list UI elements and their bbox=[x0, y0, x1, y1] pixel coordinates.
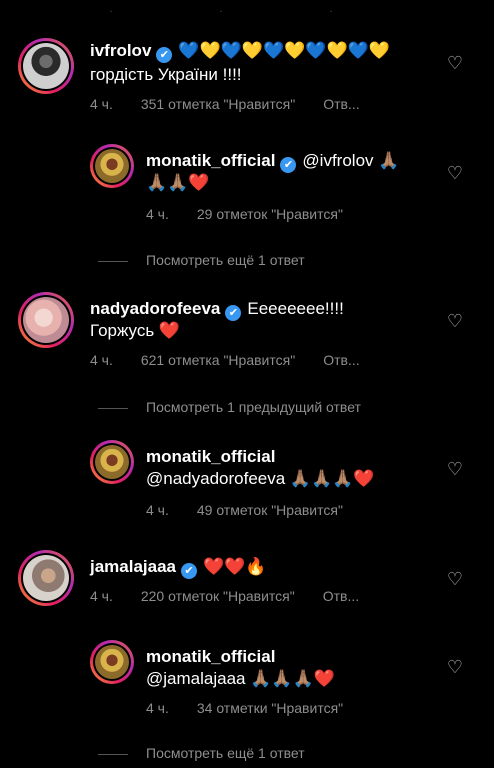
divider bbox=[98, 260, 128, 262]
likes-count[interactable]: 29 отметок "Нравится" bbox=[197, 206, 343, 222]
likes-count[interactable]: 34 отметки "Нравится" bbox=[197, 700, 343, 716]
comment-text: ❤️❤️🔥 bbox=[203, 557, 267, 576]
avatar[interactable] bbox=[18, 550, 74, 606]
view-more-label: Посмотреть ещё 1 ответ bbox=[146, 252, 305, 268]
username[interactable]: ivfrolov bbox=[90, 41, 151, 60]
like-heart-icon[interactable]: ♡ bbox=[444, 568, 466, 590]
avatar[interactable] bbox=[18, 292, 74, 348]
username[interactable]: jamalajaaa bbox=[90, 557, 176, 576]
divider bbox=[98, 753, 128, 755]
comment-header: monatik_official ✔ @ivfrolov 🙏🏽 bbox=[146, 150, 399, 173]
like-heart-icon[interactable]: ♡ bbox=[444, 656, 466, 678]
comment-text: 💙💛💙💛💙💛💙💛💙💛 bbox=[178, 41, 391, 60]
likes-count[interactable]: 351 отметка "Нравится" bbox=[141, 96, 295, 112]
reply-button[interactable]: Отв... bbox=[323, 588, 359, 604]
comment-text-continued: Горжусь ❤️ bbox=[90, 321, 181, 340]
avatar[interactable] bbox=[18, 38, 74, 94]
comment-meta: 4 ч. 220 отметок "Нравится" Отв... bbox=[90, 588, 387, 604]
view-more-label: Посмотреть ещё 1 ответ bbox=[146, 745, 305, 761]
comment-meta: 4 ч. 621 отметка "Нравится" Отв... bbox=[90, 352, 388, 368]
verified-icon: ✔ bbox=[225, 305, 242, 321]
comment-meta: 4 ч. 34 отметки "Нравится" bbox=[146, 700, 371, 716]
like-heart-icon[interactable]: ♡ bbox=[444, 310, 466, 332]
comment-header: monatik_official bbox=[146, 446, 275, 468]
avatar[interactable] bbox=[90, 640, 134, 684]
reply-button[interactable]: Отв... bbox=[323, 96, 359, 112]
username[interactable]: nadyadorofeeva bbox=[90, 299, 220, 318]
timestamp: 4 ч. bbox=[146, 206, 169, 222]
view-more-replies[interactable]: Посмотреть ещё 1 ответ bbox=[98, 252, 305, 268]
comment-text: @jamalajaaa 🙏🏽🙏🏽🙏🏽❤️ bbox=[146, 669, 335, 688]
comment-text: Eeeeeeee!!!! bbox=[247, 299, 344, 318]
comment-header: monatik_official bbox=[146, 646, 275, 668]
verified-icon: ✔ bbox=[181, 563, 198, 579]
divider bbox=[98, 407, 128, 409]
verified-icon: ✔ bbox=[280, 157, 297, 173]
verified-icon: ✔ bbox=[156, 47, 173, 63]
likes-count[interactable]: 220 отметок "Нравится" bbox=[141, 588, 295, 604]
timestamp: 4 ч. bbox=[146, 502, 169, 518]
timestamp: 4 ч. bbox=[90, 352, 113, 368]
view-more-label: Посмотреть 1 предыдущий ответ bbox=[146, 399, 361, 415]
like-heart-icon[interactable]: ♡ bbox=[444, 162, 466, 184]
avatar[interactable] bbox=[90, 440, 134, 484]
timestamp: 4 ч. bbox=[90, 588, 113, 604]
likes-count[interactable]: 621 отметка "Нравится" bbox=[141, 352, 295, 368]
username[interactable]: monatik_official bbox=[146, 447, 275, 466]
comment-text-continued: 🙏🏽🙏🏽❤️ bbox=[146, 173, 210, 192]
view-more-replies[interactable]: Посмотреть 1 предыдущий ответ bbox=[98, 399, 361, 415]
comment-header: jamalajaaa ✔ ❤️❤️🔥 bbox=[90, 556, 267, 579]
comment-meta: 4 ч. 351 отметка "Нравится" Отв... bbox=[90, 96, 388, 112]
comment-text: @ivfrolov 🙏🏽 bbox=[302, 151, 400, 170]
likes-count[interactable]: 49 отметок "Нравится" bbox=[197, 502, 343, 518]
view-more-replies[interactable]: Посмотреть ещё 1 ответ bbox=[98, 745, 305, 761]
comment-meta: 4 ч. 29 отметок "Нравится" bbox=[146, 206, 371, 222]
comment-text-continued: гордість України !!!! bbox=[90, 65, 242, 84]
like-heart-icon[interactable]: ♡ bbox=[444, 458, 466, 480]
username[interactable]: monatik_official bbox=[146, 647, 275, 666]
like-heart-icon[interactable]: ♡ bbox=[444, 52, 466, 74]
timestamp: 4 ч. bbox=[146, 700, 169, 716]
timestamp: 4 ч. bbox=[90, 96, 113, 112]
avatar[interactable] bbox=[90, 144, 134, 188]
comment-header: ivfrolov ✔ 💙💛💙💛💙💛💙💛💙💛 bbox=[90, 40, 390, 63]
comment-meta: 4 ч. 49 отметок "Нравится" bbox=[146, 502, 371, 518]
reply-button[interactable]: Отв... bbox=[323, 352, 359, 368]
top-dots: · · · bbox=[109, 6, 385, 17]
username[interactable]: monatik_official bbox=[146, 151, 275, 170]
comment-header: nadyadorofeeva ✔ Eeeeeeee!!!! bbox=[90, 298, 344, 321]
comment-text: @nadyadorofeeva 🙏🏽🙏🏽🙏🏽❤️ bbox=[146, 469, 375, 488]
